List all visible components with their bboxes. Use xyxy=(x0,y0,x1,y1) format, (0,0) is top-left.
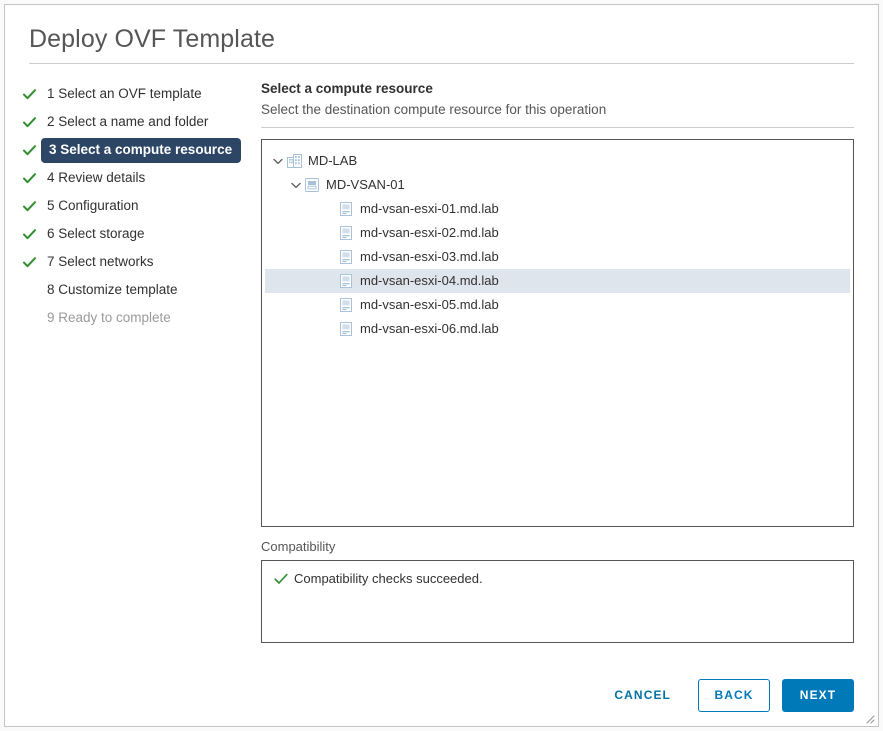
success-check-icon xyxy=(274,573,294,585)
wizard-step-3[interactable]: 3 Select a compute resource xyxy=(23,137,251,163)
next-button[interactable]: NEXT xyxy=(782,678,854,712)
step-complete-check-icon xyxy=(23,116,41,128)
back-button[interactable]: BACK xyxy=(698,678,770,712)
resize-handle-icon[interactable] xyxy=(863,711,875,724)
host-icon xyxy=(337,322,355,336)
step-complete-check-icon xyxy=(23,172,41,184)
step-complete-check-icon xyxy=(23,144,41,156)
cancel-button[interactable]: CANCEL xyxy=(599,679,686,712)
tree-node[interactable]: md-vsan-esxi-03.md.lab xyxy=(265,245,850,269)
wizard-step-label: 8 Customize template xyxy=(47,281,178,297)
tree-node-selected[interactable]: md-vsan-esxi-04.md.lab xyxy=(265,269,850,293)
tree-node[interactable]: MD-VSAN-01 xyxy=(265,173,850,197)
cluster-icon xyxy=(303,178,321,192)
host-icon xyxy=(337,250,355,264)
tree-node[interactable]: md-vsan-esxi-02.md.lab xyxy=(265,221,850,245)
chevron-down-icon[interactable] xyxy=(271,158,285,165)
wizard-step-list: 1 Select an OVF template 2 Select a name … xyxy=(23,80,251,334)
host-icon xyxy=(337,274,355,288)
wizard-step-2[interactable]: 2 Select a name and folder xyxy=(23,110,251,134)
host-icon xyxy=(337,202,355,216)
tree-node-label: md-vsan-esxi-05.md.lab xyxy=(360,297,499,312)
dialog-footer: CANCEL BACK NEXT xyxy=(5,664,878,726)
host-icon xyxy=(337,226,355,240)
wizard-step-label: 5 Configuration xyxy=(47,197,139,213)
dialog-body: 1 Select an OVF template 2 Select a name … xyxy=(5,64,878,643)
wizard-step-label: 7 Select networks xyxy=(47,253,154,269)
step-complete-check-icon xyxy=(23,256,41,268)
pane-subtitle: Select the destination compute resource … xyxy=(261,102,607,117)
tree-node-label: MD-LAB xyxy=(308,153,358,168)
wizard-step-5[interactable]: 5 Configuration xyxy=(23,194,251,218)
pane-divider xyxy=(261,127,854,128)
page-title: Deploy OVF Template xyxy=(29,25,275,53)
wizard-step-8[interactable]: 8 Customize template xyxy=(23,278,251,302)
tree-node[interactable]: md-vsan-esxi-06.md.lab xyxy=(265,317,850,341)
compatibility-row: Compatibility checks succeeded. xyxy=(274,571,853,587)
step-complete-check-icon xyxy=(23,228,41,240)
compatibility-label: Compatibility xyxy=(261,539,336,554)
wizard-step-6[interactable]: 6 Select storage xyxy=(23,222,251,246)
tree-node[interactable]: MD-LAB xyxy=(265,149,850,173)
step-complete-check-icon xyxy=(23,200,41,212)
wizard-step-label: 9 Ready to complete xyxy=(47,309,171,325)
tree-node-label: md-vsan-esxi-06.md.lab xyxy=(360,321,499,336)
compatibility-message: Compatibility checks succeeded. xyxy=(294,571,483,586)
wizard-step-label: 3 Select a compute resource xyxy=(41,137,242,163)
tree-node-label: md-vsan-esxi-01.md.lab xyxy=(360,201,499,216)
wizard-step-label: 2 Select a name and folder xyxy=(47,113,209,129)
tree-node-label: md-vsan-esxi-02.md.lab xyxy=(360,225,499,240)
wizard-step-7[interactable]: 7 Select networks xyxy=(23,250,251,274)
step-complete-check-icon xyxy=(23,88,41,100)
wizard-step-9: 9 Ready to complete xyxy=(23,306,251,330)
tree-node-label: md-vsan-esxi-03.md.lab xyxy=(360,249,499,264)
wizard-step-label: 4 Review details xyxy=(47,169,146,185)
wizard-step-1[interactable]: 1 Select an OVF template xyxy=(23,82,251,106)
tree-node-label: MD-VSAN-01 xyxy=(326,177,405,192)
tree-node[interactable]: md-vsan-esxi-05.md.lab xyxy=(265,293,850,317)
tree-node-label: md-vsan-esxi-04.md.lab xyxy=(360,273,499,288)
wizard-step-label: 1 Select an OVF template xyxy=(47,85,202,101)
chevron-down-icon[interactable] xyxy=(289,182,303,189)
content-pane: Select a compute resource Select the des… xyxy=(251,80,854,643)
dialog-header: Deploy OVF Template xyxy=(5,5,878,64)
wizard-step-4[interactable]: 4 Review details xyxy=(23,166,251,190)
datacenter-icon xyxy=(285,154,303,168)
host-icon xyxy=(337,298,355,312)
deploy-ovf-template-dialog: Deploy OVF Template 1 Select an OVF temp… xyxy=(4,4,879,727)
wizard-step-label: 6 Select storage xyxy=(47,225,145,241)
compute-resource-tree[interactable]: MD-LAB MD-VSAN-01 md-vsan-esxi-01.md.lab md… xyxy=(261,139,854,527)
pane-title: Select a compute resource xyxy=(261,81,433,96)
tree-node[interactable]: md-vsan-esxi-01.md.lab xyxy=(265,197,850,221)
compatibility-panel: Compatibility checks succeeded. xyxy=(261,560,854,643)
